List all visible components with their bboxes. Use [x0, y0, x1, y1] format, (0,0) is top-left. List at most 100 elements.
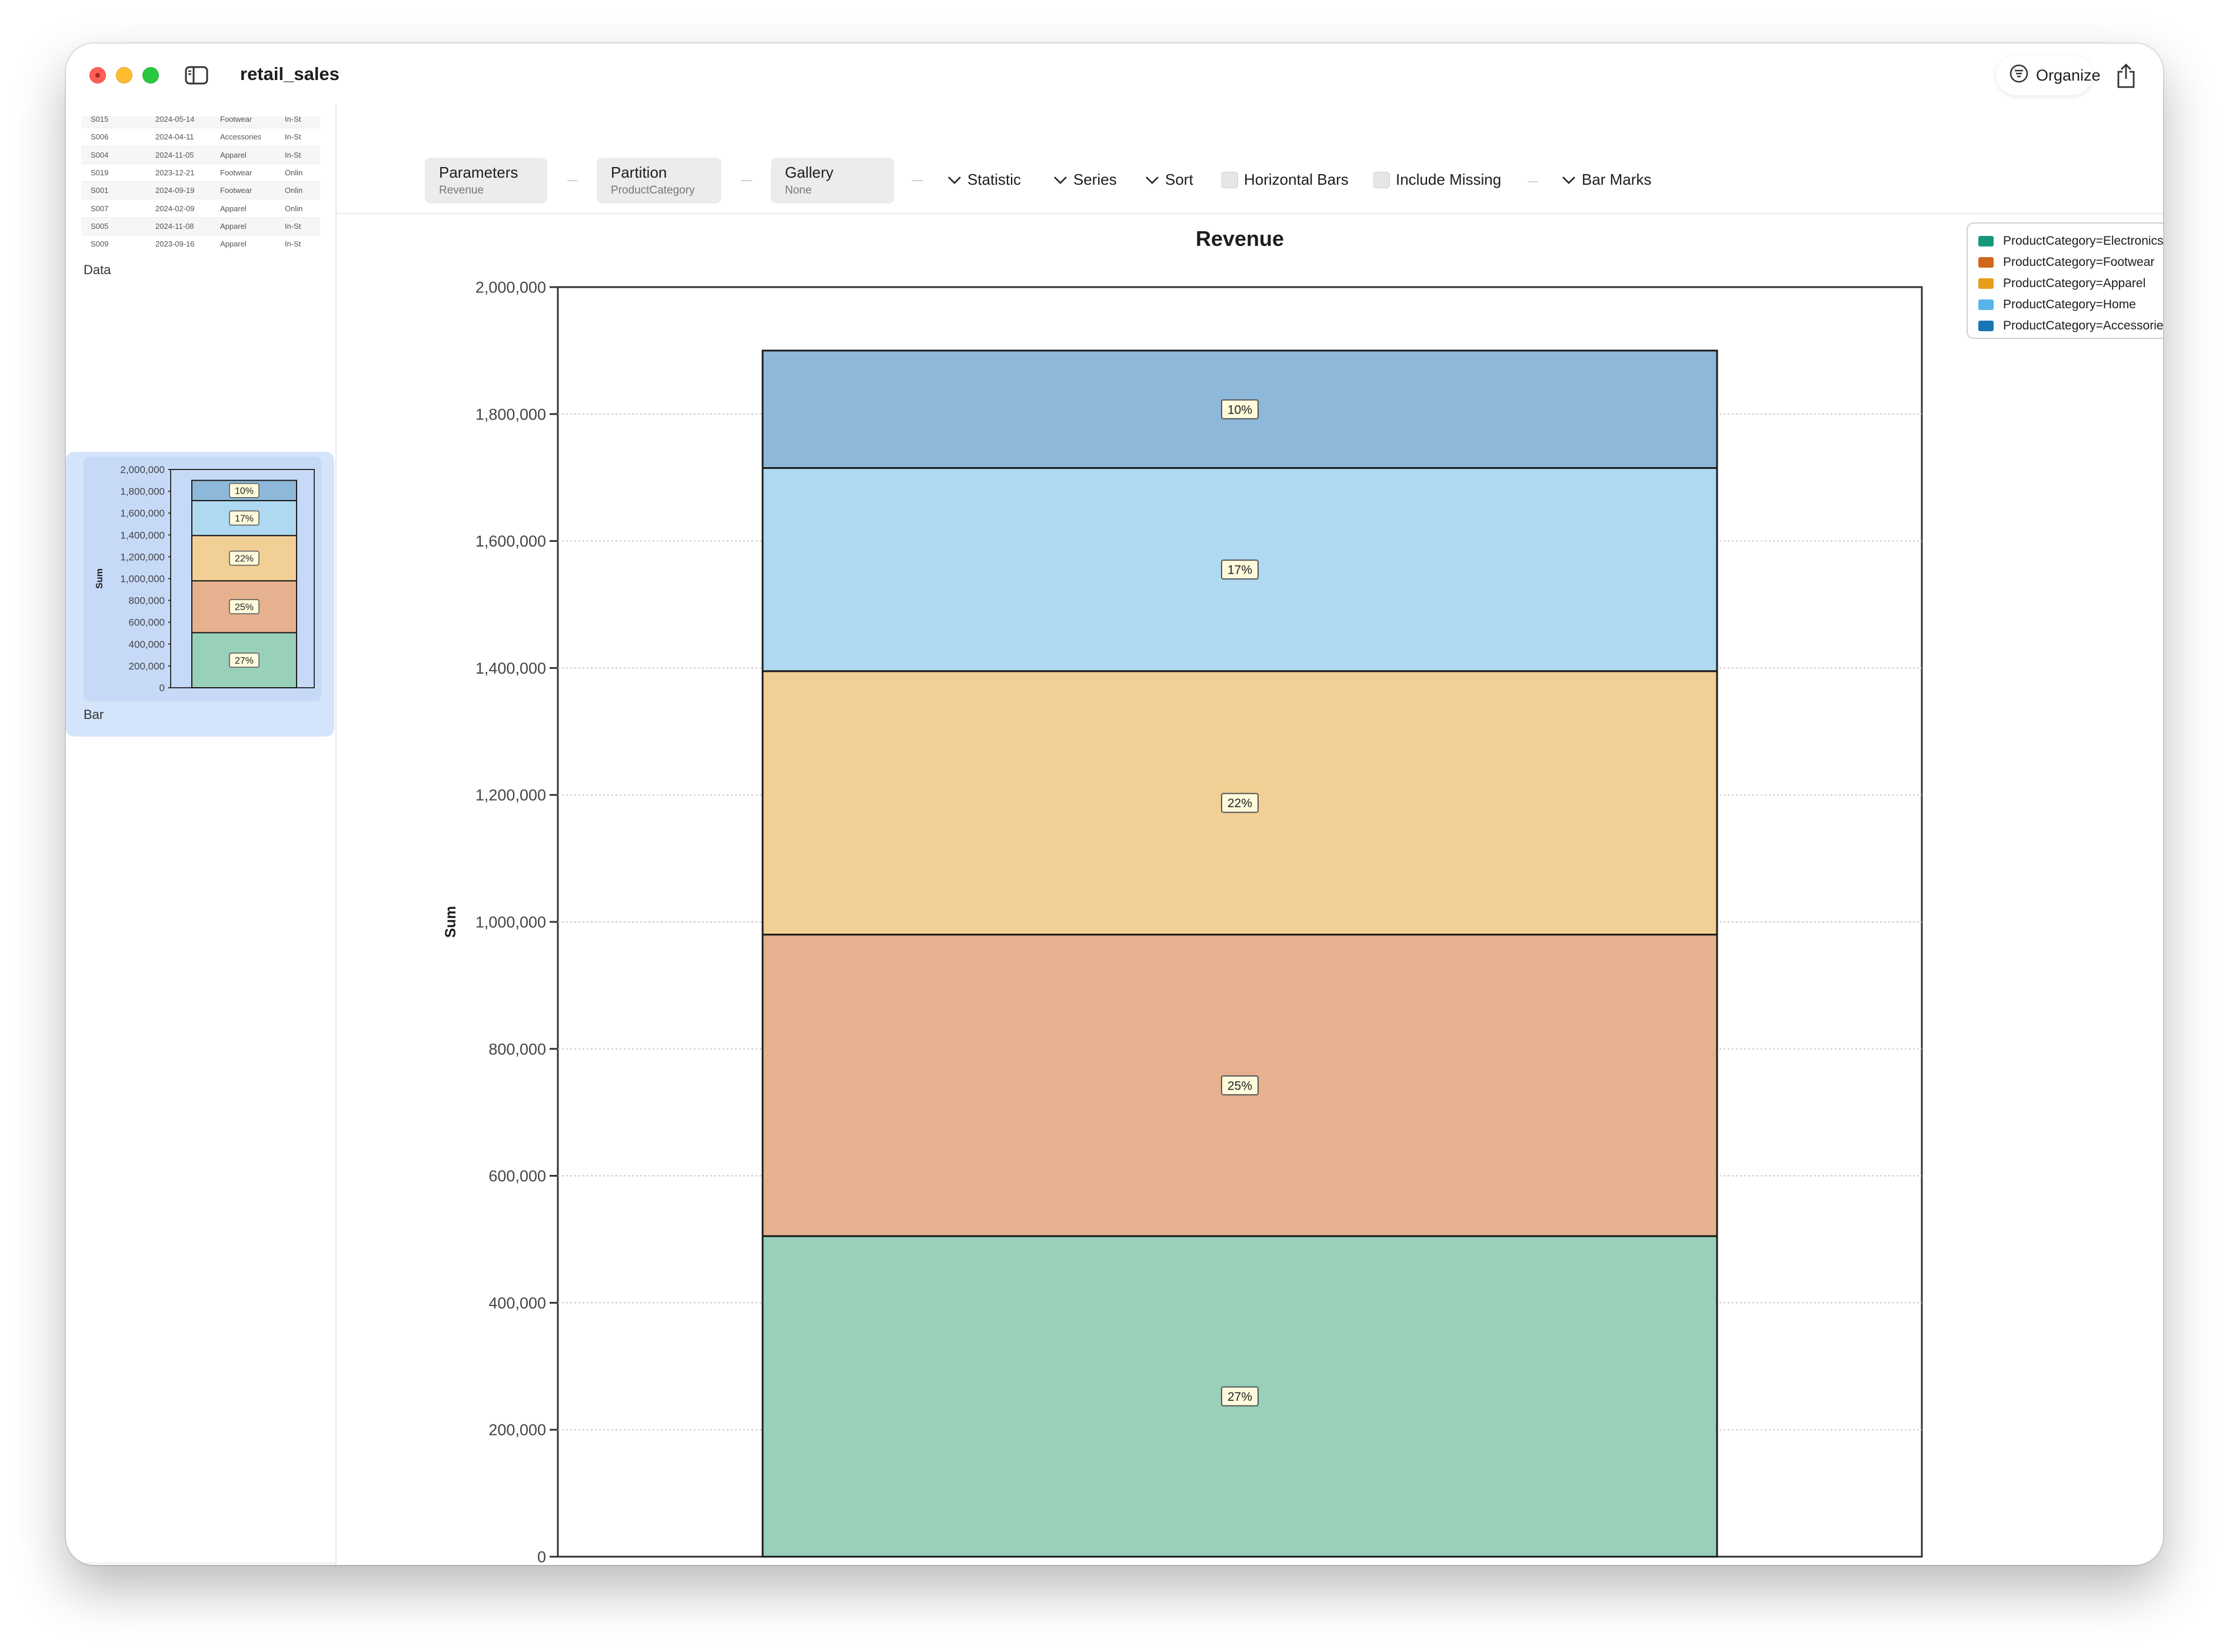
table-cell: In-St	[285, 217, 320, 236]
toolbar-separator	[912, 180, 923, 181]
organize-button[interactable]: Organize	[1996, 55, 2101, 95]
table-cell: 2024-04-11	[155, 128, 220, 146]
data-label: 10%	[1227, 403, 1252, 417]
title-bar: retail_sales Organize	[66, 44, 2163, 105]
revenue-bar-chart[interactable]: Revenue 0 200,000 400,000 600,000 800,000 1,00…	[337, 214, 2163, 1565]
legend-item[interactable]: ProductCategory=Footwear	[1978, 252, 2163, 273]
legend-label: ProductCategory=Apparel	[2003, 277, 2146, 290]
row-marker	[81, 164, 91, 182]
table-cell: Apparel	[220, 235, 285, 252]
gallery-button[interactable]: Gallery None	[771, 158, 894, 204]
legend-item[interactable]: ProductCategory=Electronics	[1978, 231, 2163, 252]
sidebar-divider	[66, 1563, 334, 1564]
include-missing-checkbox[interactable]	[1373, 171, 1390, 188]
sidebar-item-data[interactable]: Data	[84, 262, 111, 278]
parameters-value: Revenue	[439, 184, 484, 196]
legend-label: ProductCategory=Electronics	[2003, 234, 2163, 248]
table-cell: Apparel	[220, 199, 285, 218]
y-tick-label: 1,200,000	[475, 787, 546, 804]
sidebar: S015 2024-05-14 Footwear In-St S006 2024-04-1…	[66, 105, 337, 1565]
legend-item[interactable]: ProductCategory=Apparel	[1978, 273, 2163, 294]
table-row: S004 2024-11-05 Apparel In-St	[81, 146, 320, 164]
legend-swatch	[1978, 236, 1994, 247]
bar-marks-label: Bar Marks	[1582, 171, 1652, 188]
table-row: S001 2024-09-19 Footwear Onlin	[81, 181, 320, 200]
table-cell: 2024-02-09	[155, 199, 220, 218]
series-label: Series	[1073, 171, 1117, 188]
data-thumbnail[interactable]: S015 2024-05-14 Footwear In-St S006 2024-04-1…	[81, 116, 324, 252]
y-tick-label: 1,200,000	[120, 551, 165, 562]
y-tick-label: 400,000	[488, 1294, 546, 1312]
y-tick-label: 200,000	[129, 661, 165, 672]
row-marker	[81, 181, 91, 200]
chart-legend: ProductCategory=Electronics ProductCatego…	[1967, 222, 2163, 339]
table-cell: Footwear	[220, 116, 285, 129]
table-cell: Footwear	[220, 164, 285, 182]
minimize-window-button[interactable]	[116, 67, 132, 84]
y-tick-label: 1,000,000	[120, 573, 165, 584]
sort-menu[interactable]: Sort	[1145, 171, 1193, 189]
y-tick-label: 1,800,000	[120, 486, 165, 497]
legend-item[interactable]: ProductCategory=Accessories	[1978, 315, 2163, 337]
series-menu[interactable]: Series	[1053, 171, 1117, 189]
y-tick-label: 1,400,000	[120, 529, 165, 541]
table-cell: Apparel	[220, 146, 285, 164]
data-label: 25%	[1227, 1079, 1252, 1093]
table-cell: 2024-09-19	[155, 181, 220, 200]
legend-item[interactable]: ProductCategory=Home	[1978, 294, 2163, 315]
sidebar-toggle-icon[interactable]	[181, 62, 212, 88]
chevron-down-icon	[1145, 171, 1159, 189]
row-marker	[81, 128, 91, 146]
y-tick-label: 400,000	[129, 639, 165, 650]
table-cell: S001	[91, 181, 155, 200]
y-axis-label: Sum	[95, 568, 105, 589]
y-tick-label: 600,000	[129, 617, 165, 628]
table-cell: Onlin	[285, 164, 320, 182]
include-missing-label: Include Missing	[1396, 171, 1502, 188]
table-cell: Accessories	[220, 128, 285, 146]
row-marker	[81, 146, 91, 164]
table-cell: In-St	[285, 128, 320, 146]
table-cell: 2023-12-21	[155, 164, 220, 182]
table-cell: S009	[91, 235, 155, 252]
y-tick-label: 200,000	[488, 1421, 546, 1439]
y-tick-label: 0	[159, 682, 165, 694]
close-window-button[interactable]	[89, 67, 106, 84]
partition-button[interactable]: Partition ProductCategory	[597, 158, 721, 204]
table-cell: Onlin	[285, 199, 320, 218]
share-icon[interactable]	[2112, 61, 2140, 91]
data-label: 22%	[235, 554, 254, 564]
table-cell: Footwear	[220, 181, 285, 200]
y-tick-label: 2,000,000	[475, 278, 546, 296]
y-axis-label: Sum	[443, 906, 459, 938]
statistic-menu[interactable]: Statistic	[947, 171, 1021, 189]
row-marker	[81, 217, 91, 236]
data-label: 27%	[1227, 1390, 1252, 1404]
row-marker	[81, 199, 91, 218]
y-tick-label: 1,600,000	[120, 508, 165, 519]
table-cell: In-St	[285, 116, 320, 129]
parameters-title: Parameters	[439, 164, 518, 181]
horizontal-bars-toggle[interactable]: Horizontal Bars	[1222, 171, 1349, 189]
window-title: retail_sales	[240, 64, 340, 84]
chart-area: Revenue 0 200,000 400,000 600,000 800,000 1,00…	[337, 214, 2163, 1565]
row-marker	[81, 116, 91, 129]
table-cell: S015	[91, 116, 155, 129]
row-marker	[81, 235, 91, 252]
parameters-button[interactable]: Parameters Revenue	[425, 158, 547, 204]
table-row: S007 2024-02-09 Apparel Onlin	[81, 199, 320, 218]
include-missing-toggle[interactable]: Include Missing	[1373, 171, 1501, 189]
horizontal-bars-label: Horizontal Bars	[1244, 171, 1349, 188]
bar-marks-menu[interactable]: Bar Marks	[1562, 171, 1651, 189]
partition-title: Partition	[611, 164, 667, 181]
zoom-window-button[interactable]	[142, 67, 159, 84]
data-label: 27%	[235, 656, 254, 666]
chevron-down-icon	[1053, 171, 1067, 189]
sidebar-item-bar[interactable]: 0 200,000 400,000 600,000 800,000 1,000,000 1,…	[66, 452, 334, 737]
table-cell: Onlin	[285, 181, 320, 200]
y-tick-label: 1,600,000	[475, 532, 546, 550]
horizontal-bars-checkbox[interactable]	[1222, 171, 1238, 188]
table-cell: 2024-11-05	[155, 146, 220, 164]
table-row: S019 2023-12-21 Footwear Onlin	[81, 164, 320, 182]
y-tick-label: 600,000	[488, 1167, 546, 1185]
